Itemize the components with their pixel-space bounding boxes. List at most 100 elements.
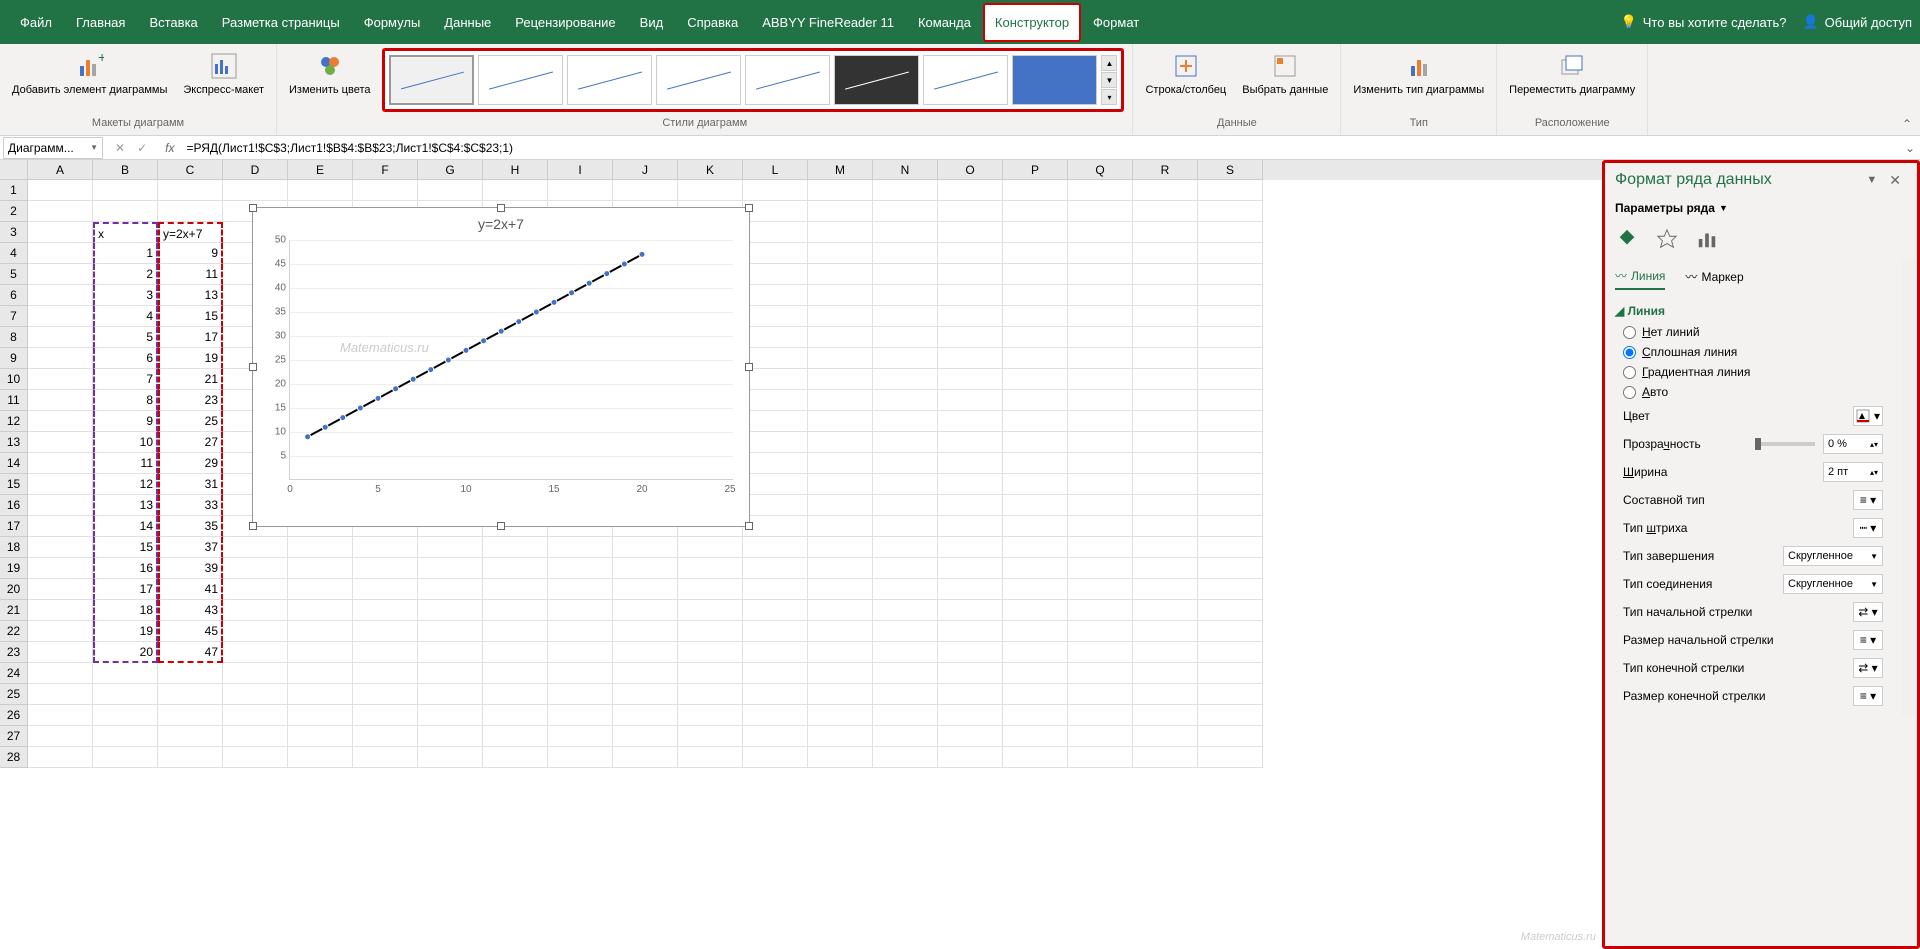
col-header-A[interactable]: A xyxy=(28,160,93,180)
cell-N3[interactable] xyxy=(873,222,938,243)
cell-S13[interactable] xyxy=(1198,432,1263,453)
cell-M10[interactable] xyxy=(808,369,873,390)
cell-G21[interactable] xyxy=(418,600,483,621)
cell-O8[interactable] xyxy=(938,327,1003,348)
cell-O14[interactable] xyxy=(938,453,1003,474)
cell-O24[interactable] xyxy=(938,663,1003,684)
cell-I19[interactable] xyxy=(548,558,613,579)
cell-D1[interactable] xyxy=(223,180,288,201)
cell-A18[interactable] xyxy=(28,537,93,558)
cell-L1[interactable] xyxy=(743,180,808,201)
cell-M28[interactable] xyxy=(808,747,873,768)
cell-C27[interactable] xyxy=(158,726,223,747)
formula-input[interactable]: =РЯД(Лист1!$C$3;Лист1!$B$4:$B$23;Лист1!$… xyxy=(180,141,1900,155)
cell-C11[interactable]: 23 xyxy=(158,390,223,411)
cell-Q23[interactable] xyxy=(1068,642,1133,663)
cell-R27[interactable] xyxy=(1133,726,1198,747)
styles-scroll-down[interactable]: ▼ xyxy=(1101,72,1117,88)
cell-C26[interactable] xyxy=(158,705,223,726)
cell-Q17[interactable] xyxy=(1068,516,1133,537)
cell-L25[interactable] xyxy=(743,684,808,705)
radio-solid-line[interactable]: Сплошная линия xyxy=(1615,342,1891,362)
cell-P25[interactable] xyxy=(1003,684,1068,705)
cell-R8[interactable] xyxy=(1133,327,1198,348)
share-button[interactable]: 👤 Общий доступ xyxy=(1802,14,1912,30)
cell-P8[interactable] xyxy=(1003,327,1068,348)
cell-A20[interactable] xyxy=(28,579,93,600)
cell-B13[interactable]: 10 xyxy=(93,432,158,453)
cell-A12[interactable] xyxy=(28,411,93,432)
style-thumb-3[interactable] xyxy=(567,55,652,105)
style-thumb-7[interactable] xyxy=(923,55,1008,105)
col-header-R[interactable]: R xyxy=(1133,160,1198,180)
cell-O10[interactable] xyxy=(938,369,1003,390)
cell-C12[interactable]: 25 xyxy=(158,411,223,432)
cell-S6[interactable] xyxy=(1198,285,1263,306)
cell-R19[interactable] xyxy=(1133,558,1198,579)
row-header-7[interactable]: 7 xyxy=(0,306,28,327)
cell-N15[interactable] xyxy=(873,474,938,495)
cell-P2[interactable] xyxy=(1003,201,1068,222)
ribbon-tab-данные[interactable]: Данные xyxy=(432,3,503,42)
cell-I1[interactable] xyxy=(548,180,613,201)
cell-B10[interactable]: 7 xyxy=(93,369,158,390)
cell-Q28[interactable] xyxy=(1068,747,1133,768)
cell-L6[interactable] xyxy=(743,285,808,306)
cell-M17[interactable] xyxy=(808,516,873,537)
cell-P27[interactable] xyxy=(1003,726,1068,747)
cell-H18[interactable] xyxy=(483,537,548,558)
cell-B9[interactable]: 6 xyxy=(93,348,158,369)
ribbon-tab-вид[interactable]: Вид xyxy=(628,3,676,42)
cell-M1[interactable] xyxy=(808,180,873,201)
cell-C8[interactable]: 17 xyxy=(158,327,223,348)
cell-A9[interactable] xyxy=(28,348,93,369)
cell-E23[interactable] xyxy=(288,642,353,663)
cell-J24[interactable] xyxy=(613,663,678,684)
cell-D19[interactable] xyxy=(223,558,288,579)
cell-R21[interactable] xyxy=(1133,600,1198,621)
cell-E26[interactable] xyxy=(288,705,353,726)
cell-J25[interactable] xyxy=(613,684,678,705)
cell-E19[interactable] xyxy=(288,558,353,579)
cell-I22[interactable] xyxy=(548,621,613,642)
cell-S5[interactable] xyxy=(1198,264,1263,285)
cell-I18[interactable] xyxy=(548,537,613,558)
cell-D22[interactable] xyxy=(223,621,288,642)
cell-Q22[interactable] xyxy=(1068,621,1133,642)
cell-M7[interactable] xyxy=(808,306,873,327)
cell-S8[interactable] xyxy=(1198,327,1263,348)
cell-H22[interactable] xyxy=(483,621,548,642)
row-header-24[interactable]: 24 xyxy=(0,663,28,684)
ribbon-tab-главная[interactable]: Главная xyxy=(64,3,137,42)
col-header-P[interactable]: P xyxy=(1003,160,1068,180)
cell-L3[interactable] xyxy=(743,222,808,243)
cell-O15[interactable] xyxy=(938,474,1003,495)
cell-E25[interactable] xyxy=(288,684,353,705)
chart-handle-nw[interactable] xyxy=(249,204,257,212)
end-arrow-type-button[interactable]: ⇄ ▾ xyxy=(1853,658,1883,678)
cell-L14[interactable] xyxy=(743,453,808,474)
cell-H1[interactable] xyxy=(483,180,548,201)
cell-Q20[interactable] xyxy=(1068,579,1133,600)
cell-G20[interactable] xyxy=(418,579,483,600)
cell-Q10[interactable] xyxy=(1068,369,1133,390)
cell-B15[interactable]: 12 xyxy=(93,474,158,495)
cell-N18[interactable] xyxy=(873,537,938,558)
cell-A16[interactable] xyxy=(28,495,93,516)
cell-B23[interactable]: 20 xyxy=(93,642,158,663)
col-header-H[interactable]: H xyxy=(483,160,548,180)
add-chart-element-button[interactable]: + Добавить элемент диаграммы xyxy=(8,48,171,99)
cell-M19[interactable] xyxy=(808,558,873,579)
row-header-1[interactable]: 1 xyxy=(0,180,28,201)
radio-auto-line[interactable]: Авто xyxy=(1615,382,1891,402)
cell-P18[interactable] xyxy=(1003,537,1068,558)
cell-M23[interactable] xyxy=(808,642,873,663)
cell-P5[interactable] xyxy=(1003,264,1068,285)
row-header-23[interactable]: 23 xyxy=(0,642,28,663)
cell-I25[interactable] xyxy=(548,684,613,705)
cell-R4[interactable] xyxy=(1133,243,1198,264)
cell-Q15[interactable] xyxy=(1068,474,1133,495)
begin-arrow-type-button[interactable]: ⇄ ▾ xyxy=(1853,602,1883,622)
cell-D20[interactable] xyxy=(223,579,288,600)
cell-N5[interactable] xyxy=(873,264,938,285)
